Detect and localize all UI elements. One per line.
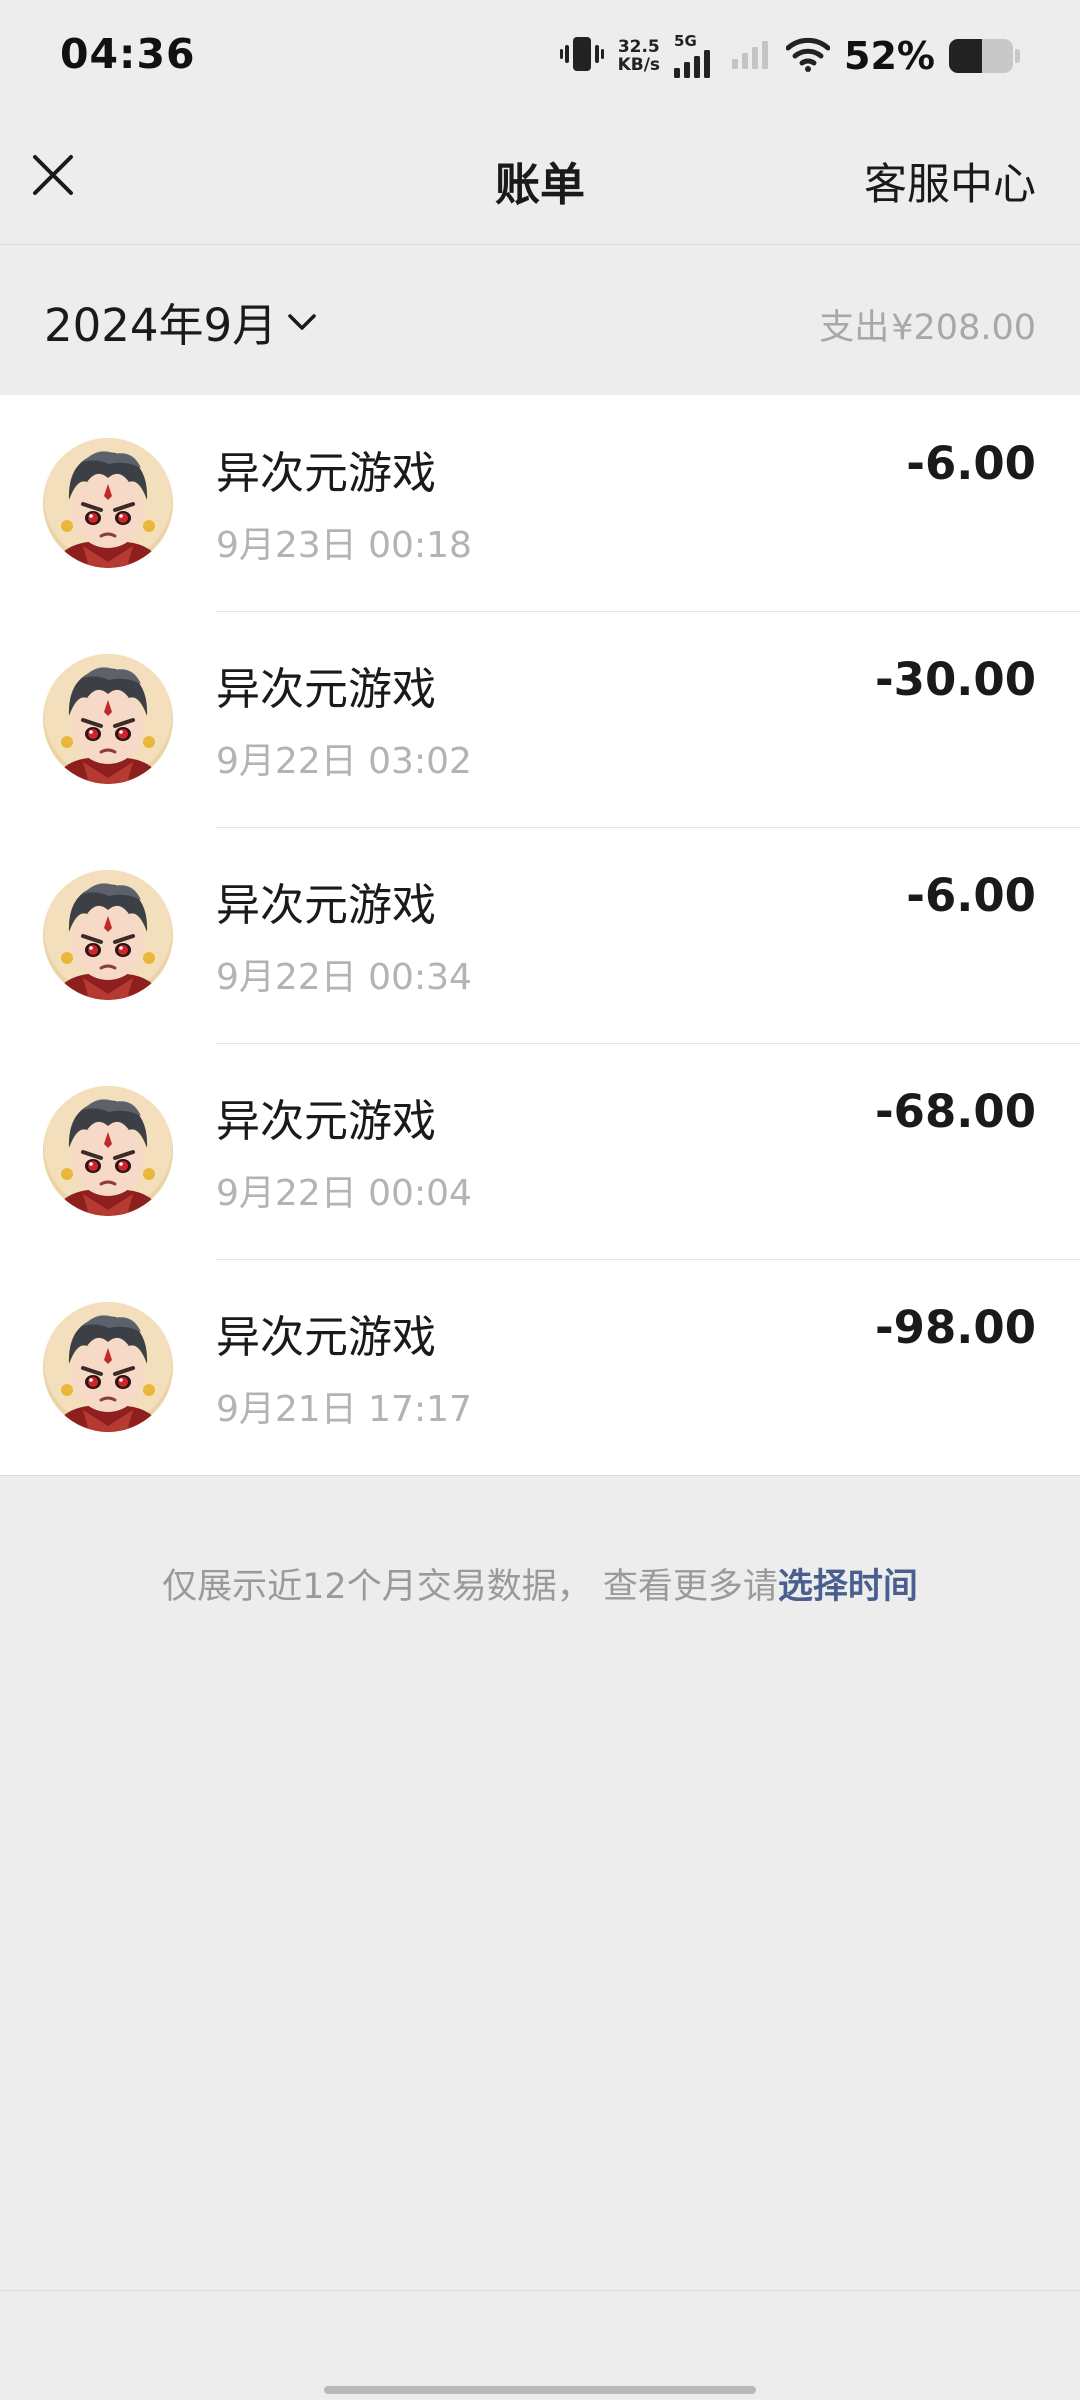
merchant-avatar: [43, 438, 173, 568]
month-label: 2024年9月: [44, 299, 278, 352]
chevron-down-icon: [288, 313, 316, 330]
transaction-row[interactable]: 异次元游戏 9月21日 17:17 -98.00: [0, 1259, 1080, 1475]
transaction-merchant: 异次元游戏: [216, 880, 436, 931]
transaction-time: 9月21日 17:17: [216, 1389, 472, 1430]
transaction-amount: -98.00: [874, 1301, 1036, 1354]
status-time: 04:36: [60, 30, 196, 78]
transaction-merchant: 异次元游戏: [216, 664, 436, 715]
transaction-merchant: 异次元游戏: [216, 1096, 436, 1147]
signal-weak-icon: [732, 39, 772, 73]
status-bar: 04:36 32.5 KB/s 5G 52%: [0, 0, 1080, 118]
expense-amount: ¥208.00: [891, 308, 1036, 348]
bottom-divider: [0, 2290, 1080, 2291]
history-note: 仅展示近12个月交易数据， 查看更多请选择时间: [0, 1558, 1080, 1609]
transaction-amount: -30.00: [874, 653, 1036, 706]
month-selector[interactable]: 2024年9月: [44, 289, 317, 354]
transaction-amount: -6.00: [906, 437, 1036, 490]
game-character-avatar-icon: [43, 438, 173, 568]
game-character-avatar-icon: [43, 654, 173, 784]
transaction-row[interactable]: 异次元游戏 9月22日 00:34 -6.00: [0, 827, 1080, 1043]
transaction-row[interactable]: 异次元游戏 9月22日 00:04 -68.00: [0, 1043, 1080, 1259]
history-note-text: 仅展示近12个月交易数据， 查看更多请: [162, 1567, 778, 1607]
expense-summary: 支出¥208.00: [819, 299, 1036, 350]
net-speed-unit: KB/s: [617, 55, 661, 75]
nav-bar: 账单 客服中心: [0, 118, 1080, 245]
net-speed: 32.5 KB/s: [618, 38, 660, 74]
transaction-time: 9月23日 00:18: [216, 525, 472, 566]
battery-percent: 52%: [844, 34, 935, 78]
expense-label: 支出: [819, 308, 890, 348]
merchant-avatar: [43, 870, 173, 1000]
game-character-avatar-icon: [43, 870, 173, 1000]
transaction-list: 异次元游戏 9月23日 00:18 -6.00 异次元游戏 9月22日 03:0…: [0, 395, 1080, 1476]
net-speed-value: 32.5: [617, 37, 660, 57]
transaction-amount: -68.00: [874, 1085, 1036, 1138]
battery-fill: [949, 39, 983, 73]
vibrate-icon: [559, 34, 604, 78]
merchant-avatar: [43, 1302, 173, 1432]
status-icons: 32.5 KB/s 5G 52%: [559, 28, 1020, 84]
filter-bar: 2024年9月 支出¥208.00: [0, 245, 1080, 395]
signal-bars-icon: [674, 50, 711, 78]
transaction-time: 9月22日 00:04: [216, 1173, 472, 1214]
select-time-link[interactable]: 选择时间: [778, 1567, 918, 1607]
merchant-avatar: [43, 1086, 173, 1216]
transaction-time: 9月22日 00:34: [216, 957, 472, 998]
battery-icon: [949, 39, 1013, 73]
transaction-time: 9月22日 03:02: [216, 741, 472, 782]
customer-service-link[interactable]: 客服中心: [864, 150, 1036, 212]
transaction-row[interactable]: 异次元游戏 9月22日 03:02 -30.00: [0, 611, 1080, 827]
transaction-merchant: 异次元游戏: [216, 448, 436, 499]
home-indicator[interactable]: [324, 2386, 756, 2394]
merchant-avatar: [43, 654, 173, 784]
game-character-avatar-icon: [43, 1302, 173, 1432]
signal-5g: 5G: [674, 32, 718, 80]
transaction-row[interactable]: 异次元游戏 9月23日 00:18 -6.00: [0, 395, 1080, 611]
battery-cap: [1015, 49, 1020, 63]
game-character-avatar-icon: [43, 1086, 173, 1216]
wifi-icon: [785, 36, 831, 76]
transaction-amount: -6.00: [906, 869, 1036, 922]
transaction-merchant: 异次元游戏: [216, 1312, 436, 1363]
